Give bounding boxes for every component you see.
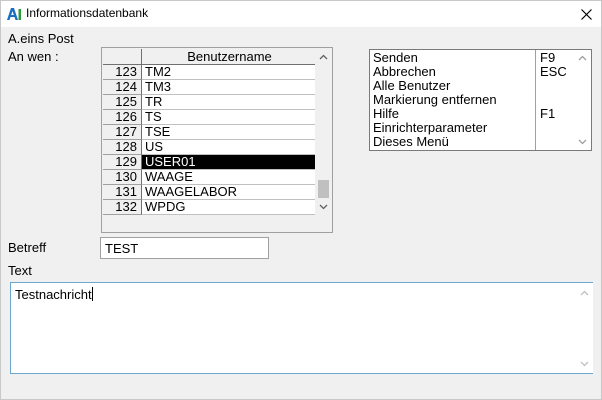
- action-menu-list[interactable]: Senden F9 Abbrechen ESC Alle Benutzer Ma…: [369, 49, 592, 151]
- menu-item-label: Markierung entfernen: [373, 92, 497, 107]
- chevron-down-icon: [578, 139, 587, 145]
- window-title: Informationsdatenbank: [26, 6, 149, 20]
- table-row[interactable]: 126 TS: [103, 110, 317, 125]
- table-row[interactable]: 132 WPDG: [103, 200, 317, 215]
- row-username[interactable]: WPDG: [142, 200, 317, 215]
- message-text-content: Testnachricht: [15, 287, 93, 302]
- table-row[interactable]: 125 TR: [103, 95, 317, 110]
- row-number: 130: [103, 170, 142, 185]
- app-logo-icon: [6, 7, 22, 21]
- grid-scrollbar[interactable]: [315, 49, 332, 215]
- chevron-down-icon: [319, 204, 328, 210]
- menu-item-all-users[interactable]: Alle Benutzer: [373, 79, 573, 93]
- scroll-down-button[interactable]: [576, 356, 593, 372]
- menu-item-shortcut: F1: [540, 106, 556, 121]
- row-username[interactable]: US: [142, 140, 317, 155]
- menu-item-setup-parameters[interactable]: Einrichterparameter: [373, 121, 573, 135]
- row-username[interactable]: TR: [142, 95, 317, 110]
- scroll-down-button[interactable]: [574, 134, 591, 150]
- text-label: Text: [8, 263, 32, 278]
- row-username[interactable]: TM3: [142, 80, 317, 95]
- table-row[interactable]: 130 WAAGE: [103, 170, 317, 185]
- row-username[interactable]: USER01: [142, 155, 317, 170]
- row-number: 123: [103, 65, 142, 80]
- chevron-down-icon: [580, 361, 589, 367]
- scroll-up-button[interactable]: [315, 49, 332, 65]
- table-row[interactable]: 124 TM3: [103, 80, 317, 95]
- menu-item-this-menu[interactable]: Dieses Menü: [373, 135, 573, 149]
- close-button[interactable]: [571, 1, 601, 27]
- menu-item-shortcut: F9: [540, 50, 556, 65]
- row-number: 125: [103, 95, 142, 110]
- menu-item-send[interactable]: Senden F9: [373, 51, 573, 65]
- table-row[interactable]: 128 US: [103, 140, 317, 155]
- row-username[interactable]: TSE: [142, 125, 317, 140]
- message-textarea[interactable]: Testnachricht: [10, 282, 593, 374]
- column-header-username[interactable]: Benutzername: [142, 49, 317, 65]
- scroll-down-button[interactable]: [315, 199, 332, 215]
- chevron-up-icon: [578, 55, 587, 61]
- subject-input[interactable]: TEST: [100, 237, 269, 259]
- menu-item-label: Abbrechen: [373, 64, 436, 79]
- textarea-scrollbar[interactable]: [576, 283, 593, 373]
- menu-scrollbar[interactable]: [574, 50, 591, 150]
- table-row[interactable]: 131 WAAGELABOR: [103, 185, 317, 200]
- row-number: 128: [103, 140, 142, 155]
- menu-item-label: Einrichterparameter: [373, 120, 488, 135]
- row-username[interactable]: WAAGE: [142, 170, 317, 185]
- table-row[interactable]: 127 TSE: [103, 125, 317, 140]
- row-username[interactable]: WAAGELABOR: [142, 185, 317, 200]
- grid-header: Benutzername: [103, 49, 317, 65]
- text-caret: [91, 287, 93, 301]
- row-number: 126: [103, 110, 142, 125]
- close-icon: [580, 8, 592, 20]
- row-number: 131: [103, 185, 142, 200]
- message-text: Testnachricht: [15, 287, 92, 302]
- menu-item-label: Hilfe: [373, 106, 400, 121]
- grid-header-corner: [103, 49, 142, 65]
- row-username[interactable]: TS: [142, 110, 317, 125]
- row-number: 132: [103, 200, 142, 215]
- row-number: 129: [103, 155, 142, 170]
- grid-rows: 123 TM2 124 TM3 125 TR 126 TS 127 TSE 12…: [103, 65, 317, 215]
- scroll-up-button[interactable]: [574, 50, 591, 66]
- table-row[interactable]: 123 TM2: [103, 65, 317, 80]
- menu-item-cancel[interactable]: Abbrechen ESC: [373, 65, 573, 79]
- user-grid[interactable]: Benutzername 123 TM2 124 TM3 125 TR 126 …: [101, 47, 333, 233]
- menu-item-label: Dieses Menü: [373, 134, 449, 149]
- recipient-label: An wen :: [8, 49, 59, 64]
- title-bar: Informationsdatenbank: [1, 1, 601, 27]
- row-username[interactable]: TM2: [142, 65, 317, 80]
- table-row-selected[interactable]: 129 USER01: [103, 155, 317, 170]
- menu-item-shortcut: ESC: [540, 64, 567, 79]
- folder-label: A.eins Post: [8, 31, 74, 46]
- chevron-up-icon: [580, 290, 589, 296]
- scroll-up-button[interactable]: [576, 285, 593, 301]
- menu-item-label: Alle Benutzer: [373, 78, 451, 93]
- menu-item-label: Senden: [373, 50, 418, 65]
- message-window: Informationsdatenbank A.eins Post An wen…: [0, 0, 602, 400]
- row-number: 124: [103, 80, 142, 95]
- row-number: 127: [103, 125, 142, 140]
- subject-label: Betreff: [8, 240, 47, 255]
- chevron-up-icon: [319, 54, 328, 60]
- menu-item-clear-selection[interactable]: Markierung entfernen: [373, 93, 573, 107]
- menu-item-help[interactable]: Hilfe F1: [373, 107, 573, 121]
- scroll-thumb[interactable]: [318, 180, 329, 198]
